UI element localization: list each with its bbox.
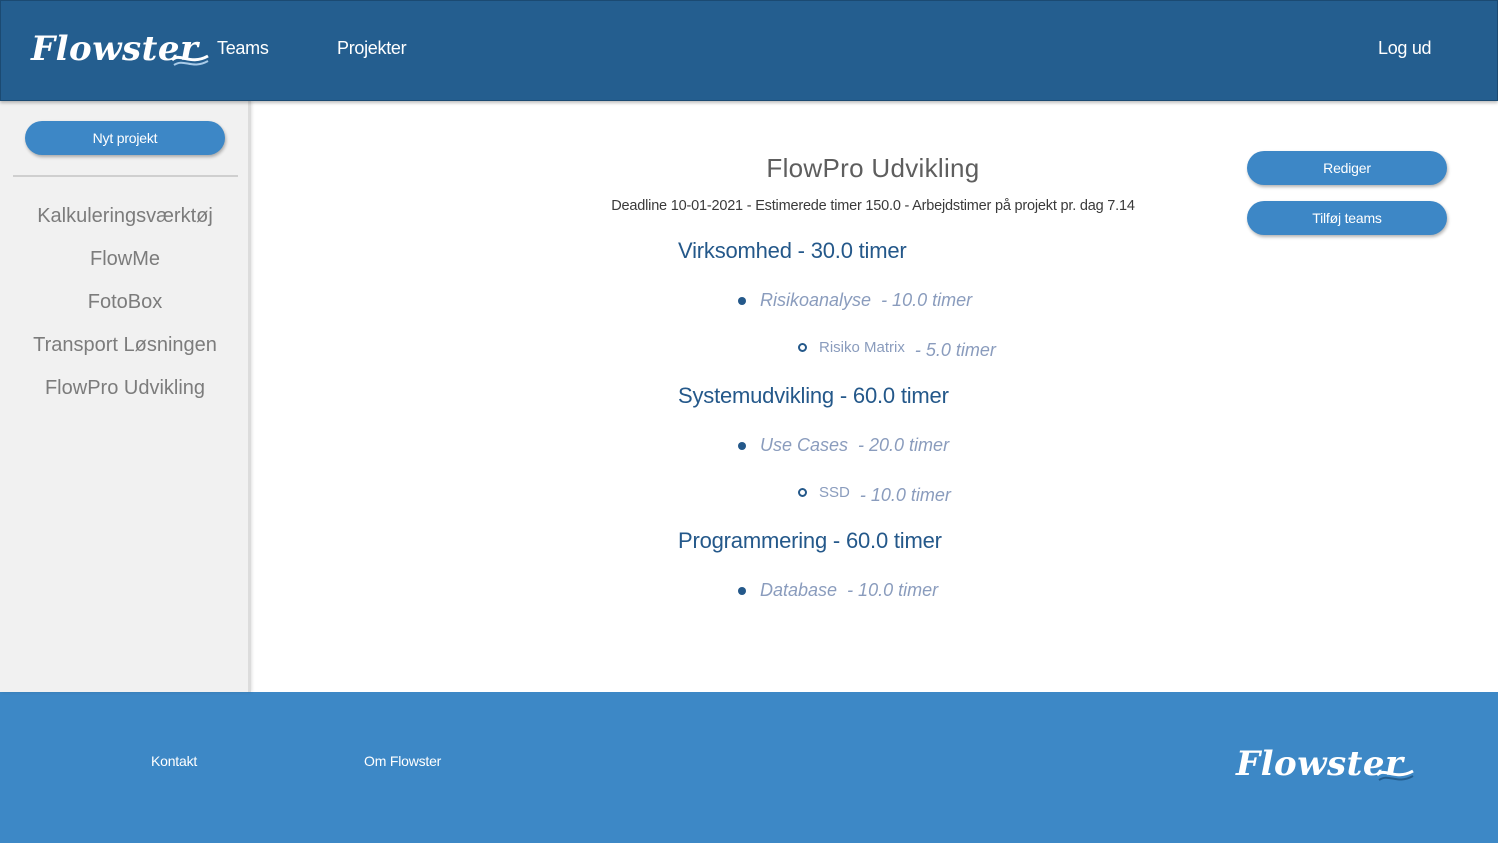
project-list: Kalkuleringsværktøj FlowMe FotoBox Trans… <box>0 201 250 416</box>
phase-name: Programmering <box>678 528 828 553</box>
footer: Kontakt Om Flowster Flowster <box>0 692 1498 843</box>
task-name: Use Cases <box>760 435 849 455</box>
phase-name: Systemudvikling <box>678 383 834 408</box>
nav-teams[interactable]: Teams <box>217 38 269 59</box>
circle-bullet-icon <box>798 343 807 352</box>
sidebar-item-kalkuleringsvaerktoej[interactable]: Kalkuleringsværktøj <box>0 201 250 244</box>
phase-name: Virksomhed <box>678 238 792 263</box>
bullet-icon <box>738 296 746 305</box>
sidebar-item-flowme[interactable]: FlowMe <box>0 244 250 287</box>
new-project-button[interactable]: Nyt projekt <box>25 121 225 155</box>
top-navbar: Flowster Teams Projekter Log ud <box>0 0 1498 101</box>
task-hours: - 20.0 timer <box>858 435 950 455</box>
project-detail: FlowPro Udvikling Deadline 10-01-2021 - … <box>252 101 1498 692</box>
phase-hours: - 60.0 timer <box>827 528 942 553</box>
bullet-icon <box>738 586 746 595</box>
footer-om-link[interactable]: Om Flowster <box>364 753 441 769</box>
task-hours: - 10.0 timer <box>847 580 939 600</box>
footer-kontakt-link[interactable]: Kontakt <box>151 753 197 769</box>
task-name: Risikoanalyse <box>760 290 872 310</box>
flowster-logo[interactable]: Flowster <box>31 29 210 69</box>
phase-hours: - 60.0 timer <box>833 383 949 408</box>
subtask-item: SSD - 10.0 timer <box>798 479 951 506</box>
task-item: Risikoanalyse - 10.0 timer <box>738 290 972 311</box>
sidebar-item-transport-loesningen[interactable]: Transport Løsningen <box>0 330 250 373</box>
subtask-name: Risiko Matrix <box>819 339 905 356</box>
phase-heading: Programmering - 60.0 timer <box>678 528 942 554</box>
edit-button[interactable]: Rediger <box>1247 151 1447 185</box>
task-item: Database - 10.0 timer <box>738 580 938 601</box>
add-teams-button[interactable]: Tilføj teams <box>1247 201 1447 235</box>
subtask-item: Risiko Matrix - 5.0 timer <box>798 334 996 361</box>
logout-link[interactable]: Log ud <box>1378 38 1432 59</box>
phase-hours: - 30.0 timer <box>791 238 907 263</box>
task-hours: - 10.0 timer <box>881 290 973 310</box>
circle-bullet-icon <box>798 488 807 497</box>
wave-icon <box>1376 769 1415 781</box>
bullet-icon <box>738 441 746 450</box>
phase-heading: Virksomhed - 30.0 timer <box>678 238 907 264</box>
phase-heading: Systemudvikling - 60.0 timer <box>678 383 949 409</box>
task-name: Database <box>760 580 838 600</box>
subtask-hours: - 5.0 timer <box>914 340 996 360</box>
subtask-name: SSD <box>819 484 850 501</box>
nav-projekter[interactable]: Projekter <box>337 38 407 59</box>
sidebar-item-fotobox[interactable]: FotoBox <box>0 287 250 330</box>
sidebar-divider <box>13 175 238 177</box>
wave-icon <box>171 54 210 66</box>
footer-logo: Flowster <box>1236 744 1415 784</box>
sidebar: Nyt projekt Kalkuleringsværktøj FlowMe F… <box>0 101 251 692</box>
subtask-hours: - 10.0 timer <box>859 485 951 505</box>
sidebar-item-flowpro-udvikling[interactable]: FlowPro Udvikling <box>0 373 250 416</box>
task-item: Use Cases - 20.0 timer <box>738 435 949 456</box>
